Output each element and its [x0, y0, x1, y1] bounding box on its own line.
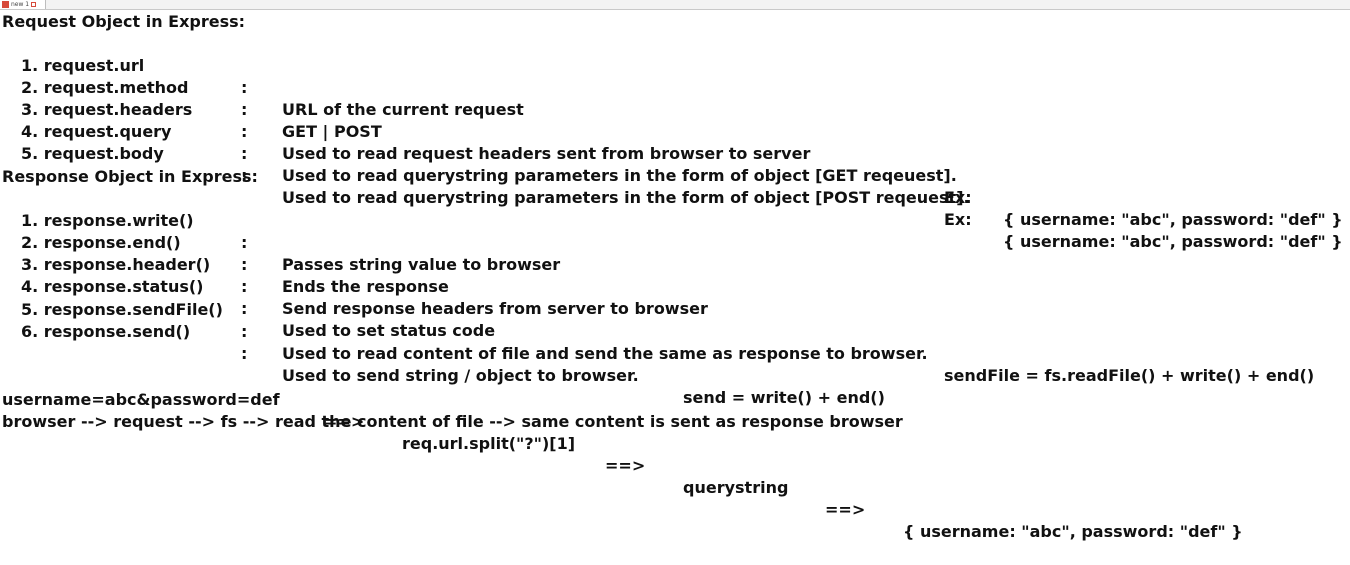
request-item: 1. request.url : URL of the current requ… — [2, 33, 1342, 119]
flow-step: req.url.split("?")[1] — [402, 434, 576, 453]
flow-arrow: ==> — [605, 456, 646, 475]
file-flow-text: browser --> request --> fs --> read the … — [2, 412, 903, 431]
file-icon — [2, 1, 9, 8]
text-editor-area[interactable]: Request Object in Express: 1. request.ur… — [0, 10, 1350, 541]
flow-step: querystring — [683, 478, 789, 497]
tab-strip: new 1 — [0, 0, 1350, 10]
response-item: 2. response.end() : Ends the response — [2, 210, 1342, 296]
request-heading: Request Object in Express: — [2, 12, 246, 31]
item-description: Used to read request headers sent from b… — [282, 144, 811, 163]
item-separator: : — [241, 344, 248, 363]
request-item: 3. request.headers : Used to read reques… — [2, 77, 1342, 163]
flow-arrow: ==> — [825, 500, 866, 519]
query-flow-line: username=abc&password=def ==> req.url.sp… — [2, 367, 1342, 541]
response-item: 1. response.write() : Passes string valu… — [2, 188, 1342, 274]
tab-label: new 1 — [11, 1, 30, 8]
request-item: 4. request.query : Used to read querystr… — [2, 99, 1343, 229]
item-separator: : — [241, 322, 248, 341]
item-separator: : — [241, 144, 248, 163]
item-name: 5. request.body — [21, 144, 164, 163]
flow-result: { username: "abc", password: "def" } — [903, 522, 1243, 541]
request-item: 2. request.method : GET | POST — [2, 55, 1342, 141]
response-item: 6. response.send() : Used to send string… — [2, 299, 1342, 407]
close-icon[interactable] — [31, 2, 37, 7]
item-description: Used to read content of file and send th… — [282, 344, 928, 363]
item-description: Used to read querystring parameters in t… — [282, 166, 957, 185]
item-name: 6. response.send() — [21, 322, 191, 341]
response-heading: Response Object in Express: — [2, 167, 258, 186]
tab-new-1[interactable]: new 1 — [0, 0, 46, 9]
request-item: 5. request.body : Used to read querystri… — [2, 121, 1343, 251]
response-item: 5. response.sendFile() : Used to read co… — [2, 277, 1342, 385]
response-item: 3. response.header() : Send response hea… — [2, 232, 1342, 318]
item-description: Used to set status code — [282, 321, 496, 340]
file-flow-line: browser --> request --> fs --> read the … — [2, 389, 1342, 431]
response-item: 4. response.status() : Used to set statu… — [2, 254, 1342, 340]
